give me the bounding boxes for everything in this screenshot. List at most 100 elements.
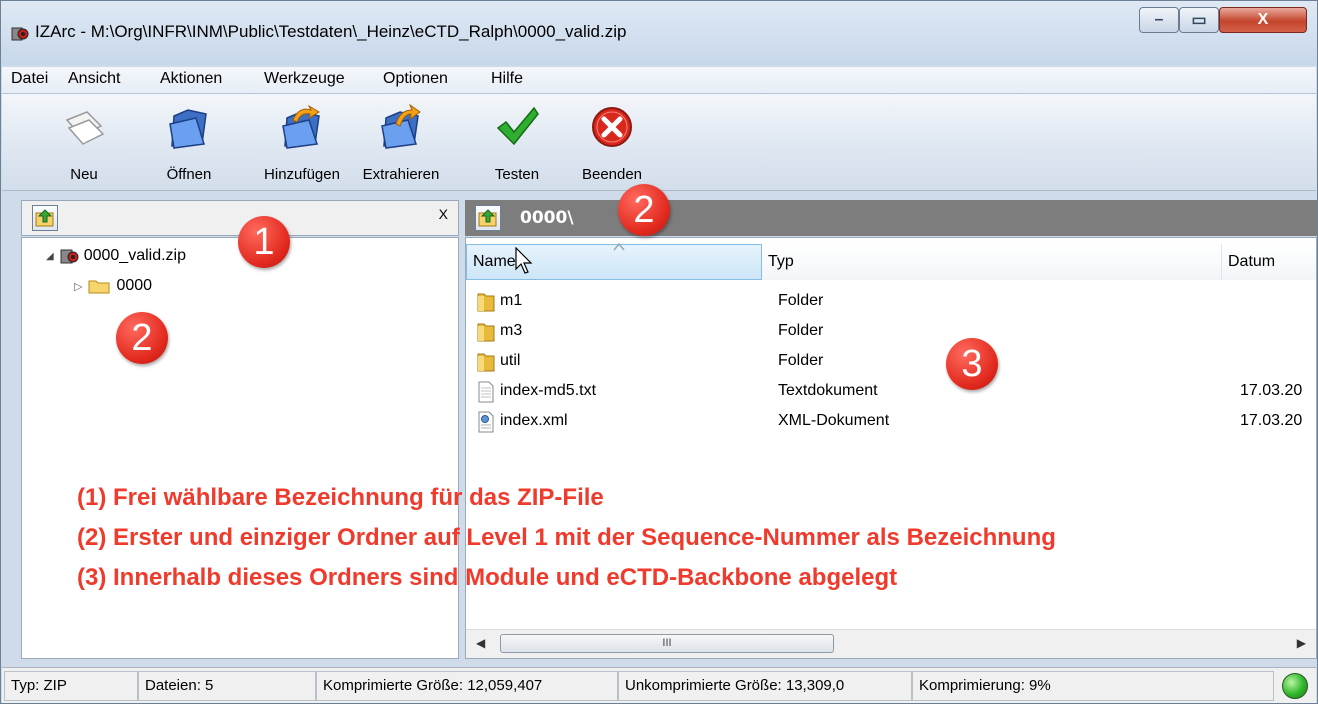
extract-icon: [381, 104, 421, 149]
status-compressed-size: Komprimierte Größe: 12,059,407: [316, 671, 618, 701]
test-label: Testen: [494, 166, 540, 183]
file-name: util: [500, 352, 521, 369]
status-files: Dateien: 5: [138, 671, 316, 701]
horizontal-scrollbar[interactable]: ◀ III ▶: [466, 629, 1316, 658]
extract-button[interactable]: Extrahieren: [354, 100, 448, 186]
column-header-type[interactable]: Typ: [762, 244, 1222, 280]
mouse-cursor-icon: [515, 247, 533, 274]
menu-werkzeuge[interactable]: Werkzeuge: [264, 70, 345, 88]
tree-item-zip[interactable]: ◢ 0000_valid.zip: [46, 247, 186, 265]
maximize-button[interactable]: ▭: [1179, 7, 1219, 33]
column-label: Typ: [768, 253, 794, 270]
folder-icon: [477, 353, 495, 372]
expand-arrow-icon[interactable]: ▷: [74, 280, 82, 293]
list-up-button[interactable]: [475, 205, 501, 231]
menu-aktionen[interactable]: Aktionen: [160, 70, 222, 88]
file-list: Name Typ Datum m1 Folder m3 Folder util …: [465, 237, 1317, 659]
open-label: Öffnen: [166, 166, 212, 183]
toolbar: Neu Öffnen Hinzufügen Extrahieren Testen…: [2, 94, 1316, 191]
test-button[interactable]: Testen: [480, 100, 554, 186]
new-button[interactable]: Neu: [47, 100, 121, 186]
tree-up-button[interactable]: [32, 205, 58, 231]
tree-item-folder-0000[interactable]: ▷ 0000: [74, 277, 152, 295]
close-icon: X: [1257, 11, 1269, 28]
annotation-badge-1: 1: [238, 216, 290, 268]
annotation-badge-3: 3: [946, 338, 998, 390]
scroll-right-icon[interactable]: ▶: [1297, 636, 1306, 650]
status-led-icon: [1282, 673, 1308, 699]
title-bar[interactable]: IZArc - M:\Org\INFR\INM\Public\Testdaten…: [1, 1, 1317, 65]
annotation-line-2: (2) Erster und einziger Ordner auf Level…: [77, 524, 1056, 551]
sort-ascending-icon: [613, 243, 625, 251]
close-button[interactable]: X: [1219, 7, 1307, 33]
check-icon: [496, 106, 539, 146]
menu-ansicht[interactable]: Ansicht: [68, 70, 120, 88]
app-window: IZArc - M:\Org\INFR\INM\Public\Testdaten…: [0, 0, 1318, 704]
exit-button[interactable]: Beenden: [570, 100, 654, 186]
file-date: 17.03.20: [1240, 412, 1303, 429]
collapse-arrow-icon[interactable]: ◢: [46, 251, 54, 262]
path-bar: 0000\: [465, 200, 1317, 236]
folder-icon: [477, 323, 495, 342]
file-name: index-md5.txt: [500, 382, 597, 399]
open-folder-icon: [169, 109, 207, 149]
table-row[interactable]: util Folder: [466, 348, 1316, 378]
folder-icon: [477, 293, 495, 312]
tree-item-label: 0000_valid.zip: [83, 247, 186, 264]
folder-icon: [88, 280, 110, 294]
menu-bar: Datei Ansicht Aktionen Werkzeuge Optione…: [2, 67, 1316, 94]
file-name: m3: [500, 322, 523, 339]
file-name: index.xml: [500, 412, 568, 429]
scrollbar-thumb[interactable]: III: [500, 634, 834, 653]
annotation-badge-2-right: 2: [618, 184, 670, 236]
column-header-name[interactable]: Name: [466, 243, 762, 280]
file-type: Folder: [778, 292, 824, 309]
exit-icon: [592, 107, 632, 147]
annotation-line-3: (3) Innerhalb dieses Ordners sind Module…: [77, 564, 898, 591]
annotation-line-1: (1) Frei wählbare Bezeichnung für das ZI…: [77, 484, 604, 511]
xml-file-icon: [478, 411, 494, 433]
add-icon: [282, 104, 320, 149]
new-archive-icon: [65, 111, 105, 145]
status-type: Typ: ZIP: [4, 671, 138, 701]
menu-optionen[interactable]: Optionen: [383, 70, 448, 88]
minimize-button[interactable]: –: [1139, 7, 1179, 33]
table-row[interactable]: m1 Folder: [466, 288, 1316, 318]
table-row[interactable]: m3 Folder: [466, 318, 1316, 348]
table-row[interactable]: index-md5.txt Textdokument 17.03.20: [466, 378, 1316, 408]
file-type: Folder: [778, 322, 824, 339]
extract-label: Extrahieren: [362, 166, 440, 183]
zip-archive-icon: [60, 249, 79, 264]
status-compression-ratio: Komprimierung: 9%: [912, 671, 1274, 701]
menu-hilfe[interactable]: Hilfe: [491, 70, 523, 88]
current-path: 0000\: [520, 208, 574, 228]
menu-datei[interactable]: Datei: [11, 70, 48, 88]
file-name: m1: [500, 292, 523, 309]
status-bar: Typ: ZIP Dateien: 5 Komprimierte Größe: …: [2, 667, 1316, 703]
add-button[interactable]: Hinzufügen: [252, 100, 352, 186]
file-date: 17.03.20: [1240, 382, 1303, 399]
file-type: Textdokument: [778, 382, 878, 399]
table-row[interactable]: index.xml XML-Dokument 17.03.20: [466, 408, 1316, 438]
exit-label: Beenden: [581, 166, 643, 183]
window-title: IZArc - M:\Org\INFR\INM\Public\Testdaten…: [35, 22, 627, 41]
new-label: Neu: [70, 166, 98, 183]
column-label: Datum: [1228, 253, 1276, 270]
open-button[interactable]: Öffnen: [152, 100, 226, 186]
file-type: XML-Dokument: [778, 412, 890, 429]
file-type: Folder: [778, 352, 824, 369]
tree-item-label: 0000: [116, 277, 153, 294]
folder-tree: ◢ 0000_valid.zip ▷ 0000: [21, 237, 459, 659]
maximize-icon: ▭: [1191, 12, 1207, 29]
minimize-icon: –: [1154, 11, 1164, 28]
scroll-left-icon[interactable]: ◀: [476, 636, 485, 650]
column-label: Name: [473, 253, 516, 270]
folder-up-icon: [478, 209, 497, 227]
add-label: Hinzufügen: [264, 166, 340, 183]
close-tree-pane-button[interactable]: X: [439, 206, 448, 222]
folder-up-icon: [35, 209, 54, 227]
status-uncompressed-size: Unkomprimierte Größe: 13,309,0: [618, 671, 912, 701]
text-file-icon: [478, 381, 494, 403]
izarc-app-icon: [11, 27, 29, 41]
column-header-date[interactable]: Datum: [1222, 244, 1316, 280]
